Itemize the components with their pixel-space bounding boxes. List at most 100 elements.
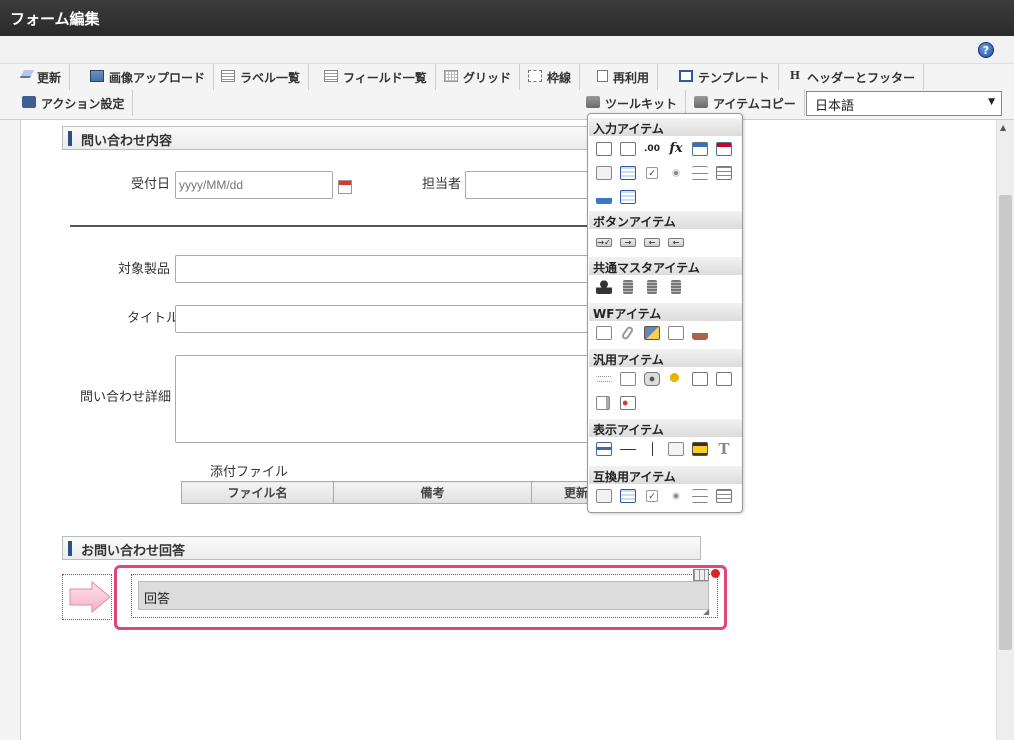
number-item-icon[interactable]: .00 (644, 142, 660, 156)
attachment-item-icon[interactable] (620, 325, 635, 341)
organization-item-icon[interactable] (623, 280, 633, 294)
picture-item-icon[interactable] (692, 442, 708, 456)
listbox-item-icon[interactable] (620, 166, 636, 180)
key-item-icon[interactable] (668, 372, 684, 386)
scrollbar-thumb[interactable] (999, 195, 1012, 650)
image-upload-icon (90, 70, 104, 82)
compat-select-item-icon[interactable] (596, 489, 612, 503)
compat-radio-item-icon[interactable] (672, 492, 680, 500)
update-icon (19, 70, 35, 78)
label-item-icon[interactable] (596, 442, 612, 456)
next-button-item-icon[interactable]: → (620, 238, 636, 247)
upload-item-icon[interactable] (692, 372, 708, 386)
arrow-right-icon (69, 580, 111, 614)
delete-icon[interactable] (711, 569, 720, 578)
formula-item-icon[interactable]: fx (668, 142, 684, 156)
radio-item-icon[interactable] (672, 169, 680, 177)
template-icon (679, 70, 693, 82)
reuse-icon (597, 70, 608, 82)
camera-item-icon[interactable] (644, 372, 660, 386)
return-button-item-icon[interactable]: ← (668, 238, 684, 247)
assignee-label: 担当者 (422, 177, 462, 192)
reuse-button[interactable]: 再利用 (589, 64, 659, 90)
compat-pulldown-item-icon[interactable] (692, 489, 708, 503)
pulldown-item-icon[interactable] (692, 166, 708, 180)
image-item-icon[interactable] (644, 326, 660, 340)
left-gutter (0, 120, 20, 740)
assignee-input[interactable] (465, 171, 590, 199)
border-button[interactable]: 枠線 (520, 64, 581, 90)
label-list-button[interactable]: ラベル一覧 (213, 64, 310, 90)
grid-icon (444, 70, 458, 82)
title-input[interactable] (175, 305, 590, 333)
compat-list-item-icon[interactable] (716, 489, 732, 503)
text-style-item-icon[interactable]: T (716, 442, 732, 457)
document-item-icon[interactable] (596, 326, 612, 340)
field-list-icon (324, 70, 338, 82)
section-header-inquiry[interactable]: 問い合わせ内容 (62, 126, 592, 150)
column-updated: 更新 (531, 481, 589, 504)
palette-section-button: ボタンアイテム (589, 211, 742, 229)
help-icon[interactable]: ? (978, 42, 994, 58)
company-item-icon[interactable] (647, 280, 657, 294)
received-date-label: 受付日 (131, 177, 171, 192)
palette-section-input: 入力アイテム (589, 118, 742, 136)
header-footer-button[interactable]: H ヘッダーとフッター (780, 64, 925, 90)
stamp-item-icon[interactable] (692, 326, 708, 340)
box-item-icon[interactable] (668, 442, 684, 456)
field-list-button[interactable]: フィールド一覧 (316, 64, 436, 90)
attachment-table[interactable]: ファイル名 備考 更新 (181, 481, 589, 504)
datetime-item-icon[interactable] (716, 142, 732, 156)
detail-textarea[interactable] (175, 355, 590, 443)
product-input[interactable] (175, 255, 590, 283)
file-upload-item-icon[interactable] (596, 190, 612, 204)
item-copy-icon (694, 96, 708, 108)
palette-section-general: 汎用アイテム (589, 349, 742, 367)
back-button-item-icon[interactable]: ← (644, 238, 660, 247)
horizontal-divider (70, 225, 590, 227)
received-date-input[interactable] (175, 171, 333, 199)
sub-header-bar (0, 36, 1014, 64)
section-header-answer[interactable]: お問い合わせ回答 (62, 536, 701, 560)
checkbox-item-icon[interactable]: ✓ (646, 167, 658, 179)
toolkit-icon (586, 96, 600, 108)
detail-label: 問い合わせ詳細 (80, 390, 172, 405)
action-settings-button[interactable]: アクション設定 (14, 90, 134, 116)
textarea-item-icon[interactable] (620, 142, 636, 156)
user-item-icon[interactable] (596, 280, 612, 294)
history-item-icon[interactable] (668, 326, 684, 340)
horizontal-line-item-icon[interactable] (620, 449, 636, 450)
textbox-item-icon[interactable] (596, 142, 612, 156)
vertical-line-item-icon[interactable] (652, 442, 653, 456)
grid-button[interactable]: グリッド (436, 64, 521, 90)
panel-item-icon[interactable] (596, 396, 610, 410)
template-button[interactable]: テンプレート (671, 64, 779, 90)
scroll-up-icon[interactable]: ▲ (1000, 123, 1006, 132)
image-upload-button[interactable]: 画像アップロード (82, 64, 215, 90)
language-select[interactable]: 日本語 ▼ (806, 91, 1002, 116)
action-settings-icon (22, 96, 36, 108)
text-item-icon[interactable] (620, 372, 636, 386)
toolkit-palette: 入力アイテム .00 fx ✓ ボタンアイテム →✓ → ← ← 共通マスタアイ… (587, 113, 743, 513)
header-footer-icon: H (789, 69, 801, 82)
hidden-item-icon[interactable] (596, 376, 612, 382)
palette-section-master: 共通マスタアイテム (589, 257, 742, 275)
download-item-icon[interactable] (716, 372, 732, 386)
table-settings-icon[interactable] (693, 569, 709, 581)
attachment-label: 添付ファイル (210, 465, 289, 480)
table-item-icon[interactable] (620, 190, 636, 204)
submit-button-item-icon[interactable]: →✓ (596, 238, 612, 247)
window-title: フォーム編集 (0, 0, 1014, 36)
media-item-icon[interactable] (620, 396, 636, 410)
update-button[interactable]: 更新 (14, 64, 71, 90)
list-item-icon[interactable] (716, 166, 732, 180)
public-group-item-icon[interactable] (671, 280, 681, 294)
select-item-icon[interactable] (596, 166, 612, 180)
answer-label-box[interactable]: 回答 (138, 581, 709, 610)
compat-listbox-item-icon[interactable] (620, 489, 636, 503)
resize-grip-icon[interactable]: ◢ (703, 607, 709, 616)
palette-section-compat: 互換用アイテム (589, 466, 742, 484)
calendar-icon[interactable] (338, 180, 352, 194)
date-item-icon[interactable] (692, 142, 708, 156)
compat-checkbox-item-icon[interactable]: ✓ (646, 490, 658, 502)
